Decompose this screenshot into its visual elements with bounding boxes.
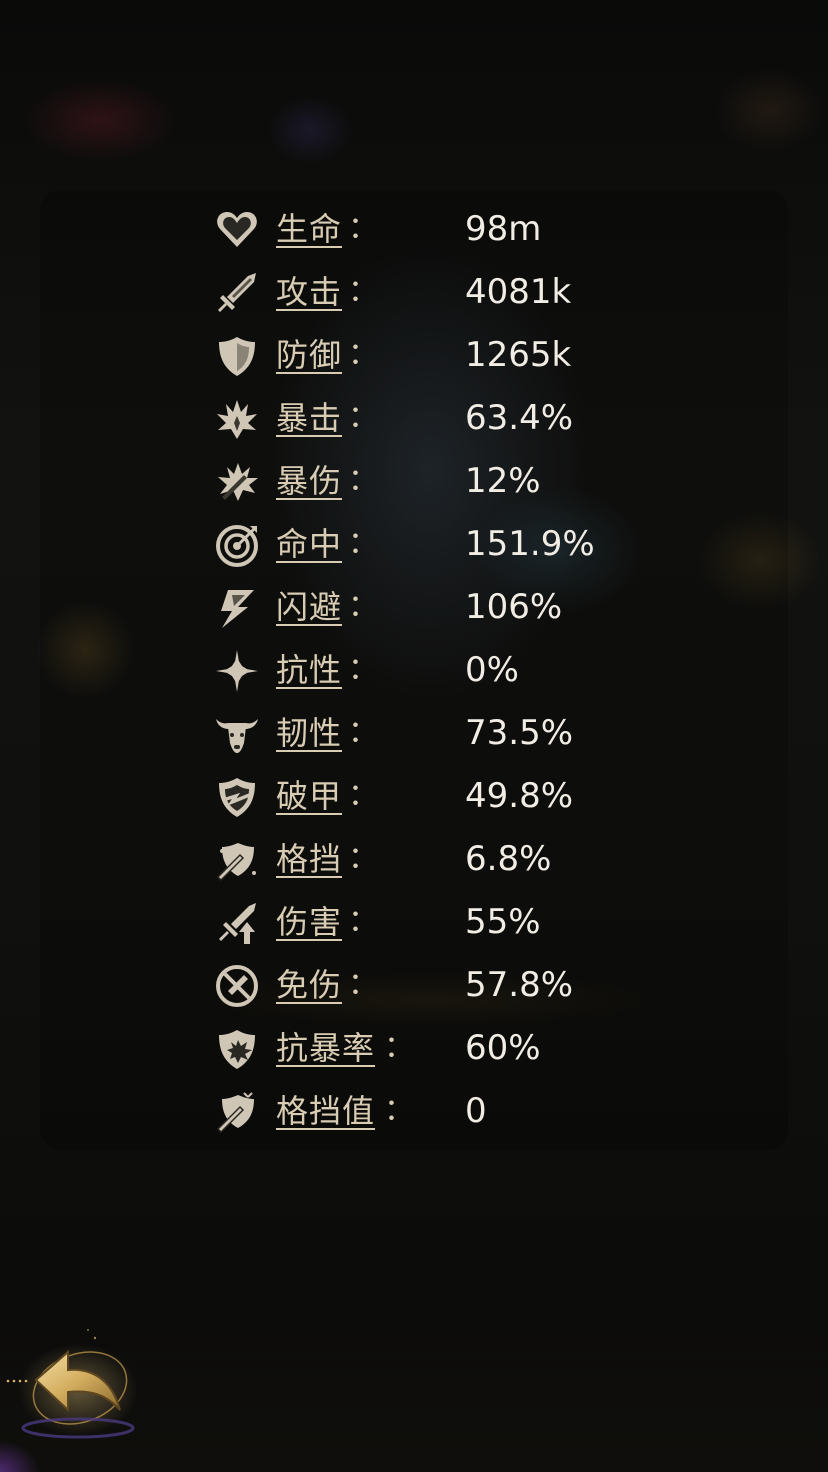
stat-row-tenacity: 韧性 ： 73.5% bbox=[210, 706, 640, 762]
stat-label[interactable]: 防御 bbox=[276, 335, 342, 375]
armor-break-icon bbox=[214, 774, 260, 820]
stat-label[interactable]: 破甲 bbox=[276, 776, 342, 816]
stat-value: 4081k bbox=[465, 272, 572, 312]
damage-up-icon bbox=[214, 900, 260, 946]
stat-value: 0 bbox=[465, 1091, 487, 1131]
heart-icon bbox=[214, 207, 260, 253]
stat-colon: ： bbox=[348, 400, 378, 435]
stat-row-crit: 暴击 ： 63.4% bbox=[210, 391, 640, 447]
stat-colon: ： bbox=[348, 841, 378, 876]
stat-value: 98m bbox=[465, 209, 542, 249]
stat-colon: ： bbox=[348, 526, 378, 561]
stat-value: 12% bbox=[465, 461, 541, 501]
stat-value: 73.5% bbox=[465, 713, 574, 753]
crit-burst-icon bbox=[214, 396, 260, 442]
stat-label[interactable]: 格挡 bbox=[276, 839, 342, 879]
block-value-icon bbox=[214, 1089, 260, 1135]
stat-row-crit-damage: 暴伤 ： 12% bbox=[210, 454, 640, 510]
bull-head-icon bbox=[214, 711, 260, 757]
stat-value: 60% bbox=[465, 1028, 541, 1068]
stat-label[interactable]: 暴击 bbox=[276, 398, 342, 438]
stat-row-hp: 生命 ： 98m bbox=[210, 202, 640, 258]
stat-colon: ： bbox=[348, 274, 378, 309]
target-icon bbox=[214, 522, 260, 568]
stat-label[interactable]: 抗性 bbox=[276, 650, 342, 690]
stat-colon: ： bbox=[348, 589, 378, 624]
dodge-lightning-icon bbox=[214, 585, 260, 631]
back-arrow-icon bbox=[6, 1329, 138, 1439]
stat-value: 1265k bbox=[465, 335, 572, 375]
stat-colon: ： bbox=[348, 967, 378, 1002]
shield-icon bbox=[214, 333, 260, 379]
crit-damage-icon bbox=[214, 459, 260, 505]
stat-row-crit-resistance: 抗暴率 ： 60% bbox=[210, 1021, 640, 1077]
stat-colon: ： bbox=[348, 778, 378, 813]
stat-label[interactable]: 抗暴率 bbox=[276, 1028, 375, 1068]
stat-colon: ： bbox=[384, 1093, 414, 1128]
stat-label[interactable]: 伤害 bbox=[276, 902, 342, 942]
stat-label[interactable]: 闪避 bbox=[276, 587, 342, 627]
stat-value: 6.8% bbox=[465, 839, 552, 879]
sword-icon bbox=[214, 270, 260, 316]
stats-list: 生命 ： 98m 攻击 ： 4081k 防御 ： 1265k 暴击 ： 63.4… bbox=[0, 0, 828, 1472]
stat-colon: ： bbox=[384, 1030, 414, 1065]
back-button[interactable] bbox=[0, 1318, 150, 1448]
stat-value: 63.4% bbox=[465, 398, 574, 438]
stat-label[interactable]: 暴伤 bbox=[276, 461, 342, 501]
stat-value: 0% bbox=[465, 650, 519, 690]
stat-colon: ： bbox=[348, 715, 378, 750]
stat-label[interactable]: 命中 bbox=[276, 524, 342, 564]
stat-colon: ： bbox=[348, 652, 378, 687]
stat-label[interactable]: 格挡值 bbox=[276, 1091, 375, 1131]
stat-label[interactable]: 攻击 bbox=[276, 272, 342, 312]
stat-colon: ： bbox=[348, 337, 378, 372]
stat-row-damage: 伤害 ： 55% bbox=[210, 895, 640, 951]
stat-value: 49.8% bbox=[465, 776, 574, 816]
stat-row-armor-break: 破甲 ： 49.8% bbox=[210, 769, 640, 825]
stat-row-accuracy: 命中 ： 151.9% bbox=[210, 517, 640, 573]
stat-row-attack: 攻击 ： 4081k bbox=[210, 265, 640, 321]
stat-row-dodge: 闪避 ： 106% bbox=[210, 580, 640, 636]
stat-colon: ： bbox=[348, 463, 378, 498]
stat-colon: ： bbox=[348, 904, 378, 939]
anti-crit-shield-icon bbox=[214, 1026, 260, 1072]
stat-colon: ： bbox=[348, 211, 378, 246]
damage-reduction-icon bbox=[214, 963, 260, 1009]
stat-row-block-value: 格挡值 ： 0 bbox=[210, 1084, 640, 1140]
star-burst-icon bbox=[214, 648, 260, 694]
stat-value: 151.9% bbox=[465, 524, 595, 564]
stat-value: 106% bbox=[465, 587, 563, 627]
stat-label[interactable]: 生命 bbox=[276, 209, 342, 249]
stat-row-block: 格挡 ： 6.8% bbox=[210, 832, 640, 888]
block-icon bbox=[214, 837, 260, 883]
stat-row-damage-reduction: 免伤 ： 57.8% bbox=[210, 958, 640, 1014]
stat-value: 57.8% bbox=[465, 965, 574, 1005]
stat-row-resistance: 抗性 ： 0% bbox=[210, 643, 640, 699]
stat-label[interactable]: 韧性 bbox=[276, 713, 342, 753]
stat-label[interactable]: 免伤 bbox=[276, 965, 342, 1005]
stat-value: 55% bbox=[465, 902, 541, 942]
stat-row-defense: 防御 ： 1265k bbox=[210, 328, 640, 384]
